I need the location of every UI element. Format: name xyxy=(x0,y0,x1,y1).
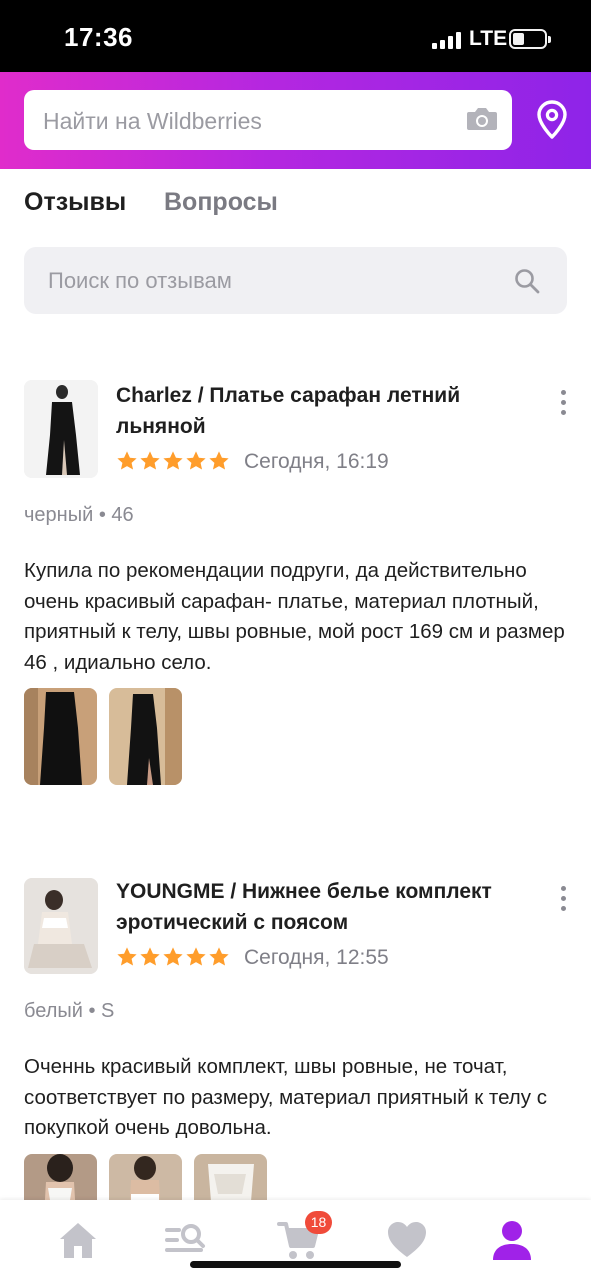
home-indicator xyxy=(190,1261,401,1268)
search-placeholder: Найти на Wildberries xyxy=(43,108,262,134)
tab-questions[interactable]: Вопросы xyxy=(164,188,278,217)
bottom-navigation xyxy=(0,1200,591,1280)
review-variant: черный • 46 xyxy=(24,504,134,526)
battery-icon xyxy=(509,29,551,49)
review-text: Оченнь красивый комплект, швы ровные, не… xyxy=(24,1055,547,1139)
review-date: Сегодня, 12:55 xyxy=(244,946,389,969)
review-search-placeholder: Поиск по отзывам xyxy=(48,268,232,293)
product-title[interactable]: Charlez / Платье сарафан летний льняной xyxy=(116,380,516,442)
star-icon xyxy=(163,947,183,966)
review-date: Сегодня, 16:19 xyxy=(244,450,389,473)
catalog-search-icon[interactable] xyxy=(163,1218,207,1262)
signal-icon xyxy=(432,31,462,49)
star-icon xyxy=(186,451,206,470)
star-icon xyxy=(117,451,137,470)
star-icon xyxy=(163,451,183,470)
app-header: Найти на Wildberries xyxy=(0,72,591,169)
star-icon xyxy=(209,947,229,966)
star-icon xyxy=(186,947,206,966)
review-card: Charlez / Платье сарафан летний льняной … xyxy=(0,380,591,790)
status-time: 17:36 xyxy=(64,22,133,52)
location-pin-icon[interactable] xyxy=(534,100,570,140)
camera-icon[interactable] xyxy=(466,106,498,132)
review-card: YOUNGME / Нижнее белье комплект эротичес… xyxy=(0,876,591,1251)
search-input[interactable]: Найти на Wildberries xyxy=(24,90,512,150)
product-thumbnail[interactable] xyxy=(24,380,98,478)
star-icon xyxy=(117,947,137,966)
product-title[interactable]: YOUNGME / Нижнее белье комплект эротичес… xyxy=(116,876,516,938)
star-icon xyxy=(140,451,160,470)
star-icon xyxy=(140,947,160,966)
home-icon[interactable] xyxy=(56,1218,100,1262)
review-variant: белый • S xyxy=(24,1000,115,1022)
review-text: Купила по рекомендации подруги, да дейст… xyxy=(24,559,565,674)
profile-icon[interactable] xyxy=(490,1218,534,1262)
product-thumbnail[interactable] xyxy=(24,878,98,974)
cart-count-badge: 18 xyxy=(305,1211,332,1234)
favorites-heart-icon[interactable] xyxy=(385,1218,429,1262)
review-search-input[interactable]: Поиск по отзывам xyxy=(24,247,567,314)
review-photo[interactable] xyxy=(24,688,97,785)
more-options-icon[interactable] xyxy=(554,388,574,418)
search-icon[interactable] xyxy=(513,267,541,295)
tab-reviews[interactable]: Отзывы xyxy=(24,188,126,217)
network-label: LTE xyxy=(469,27,508,50)
status-bar: 17:36 LTE xyxy=(0,0,591,72)
review-photo[interactable] xyxy=(109,688,182,785)
star-icon xyxy=(209,451,229,470)
more-options-icon[interactable] xyxy=(554,884,574,914)
